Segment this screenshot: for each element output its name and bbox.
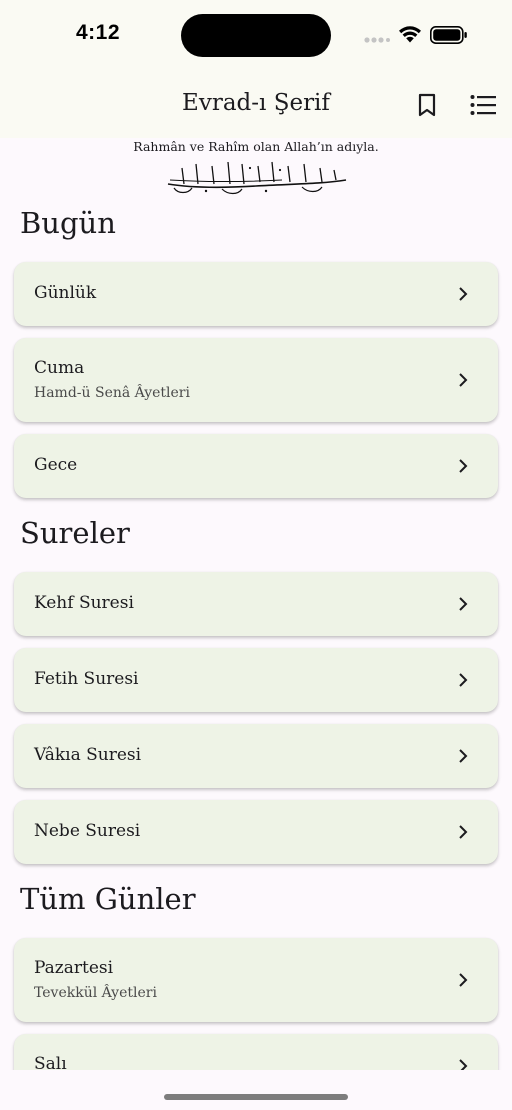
list-item-pazartesi[interactable]: Pazartesi Tevekkül Âyetleri bbox=[14, 938, 498, 1022]
home-indicator[interactable] bbox=[164, 1094, 348, 1100]
list-icon bbox=[470, 95, 496, 115]
list-menu-button[interactable] bbox=[466, 90, 500, 120]
list-item-title: Fetih Suresi bbox=[34, 669, 139, 689]
chevron-right-icon bbox=[459, 459, 468, 473]
status-bar: 4:12 bbox=[0, 0, 512, 70]
basmala-calligraphy bbox=[167, 161, 347, 195]
list-item-title: Nebe Suresi bbox=[34, 821, 141, 841]
list-item-title: Pazartesi bbox=[34, 958, 114, 978]
section-header-bugun: Bugün bbox=[20, 206, 116, 240]
list-item-gunluk[interactable]: Günlük bbox=[14, 262, 498, 326]
list-item-fetih-suresi[interactable]: Fetih Suresi bbox=[14, 648, 498, 712]
list-item-title: Vâkıa Suresi bbox=[34, 745, 142, 765]
chevron-right-icon bbox=[459, 749, 468, 763]
chevron-right-icon bbox=[459, 825, 468, 839]
list-item-subtitle: Hamd-ü Senâ Âyetleri bbox=[34, 385, 190, 401]
list-item-cuma[interactable]: Cuma Hamd-ü Senâ Âyetleri bbox=[14, 338, 498, 422]
status-time: 4:12 bbox=[76, 21, 121, 44]
list-item-gece[interactable]: Gece bbox=[14, 434, 498, 498]
list-item-title: Kehf Suresi bbox=[34, 593, 134, 613]
basmala-caption: Rahmân ve Rahîm olan Allah’ın adıyla. bbox=[133, 139, 379, 154]
chevron-right-icon bbox=[459, 373, 468, 387]
app-bar: Evrad-ı Şerif bbox=[0, 70, 512, 138]
chevron-right-icon bbox=[459, 973, 468, 987]
dynamic-island bbox=[181, 14, 331, 57]
wifi-icon bbox=[399, 26, 421, 43]
battery-icon bbox=[430, 26, 467, 44]
list-item-kehf-suresi[interactable]: Kehf Suresi bbox=[14, 572, 498, 636]
chevron-right-icon bbox=[459, 597, 468, 611]
chevron-right-icon bbox=[459, 287, 468, 301]
list-item-title: Cuma bbox=[34, 358, 85, 378]
cellular-signal-icon bbox=[364, 37, 390, 43]
list-item-vakia-suresi[interactable]: Vâkıa Suresi bbox=[14, 724, 498, 788]
bottom-safe-area bbox=[0, 1070, 512, 1110]
section-header-tum-gunler: Tüm Günler bbox=[20, 882, 196, 916]
list-item-title: Gece bbox=[34, 455, 78, 475]
list-item-subtitle: Tevekkül Âyetleri bbox=[34, 985, 157, 1001]
bookmark-button[interactable] bbox=[412, 90, 442, 120]
section-header-sureler: Sureler bbox=[20, 516, 130, 550]
bookmark-icon bbox=[418, 93, 436, 117]
list-item-nebe-suresi[interactable]: Nebe Suresi bbox=[14, 800, 498, 864]
chevron-right-icon bbox=[459, 673, 468, 687]
list-item-title: Günlük bbox=[34, 283, 97, 303]
